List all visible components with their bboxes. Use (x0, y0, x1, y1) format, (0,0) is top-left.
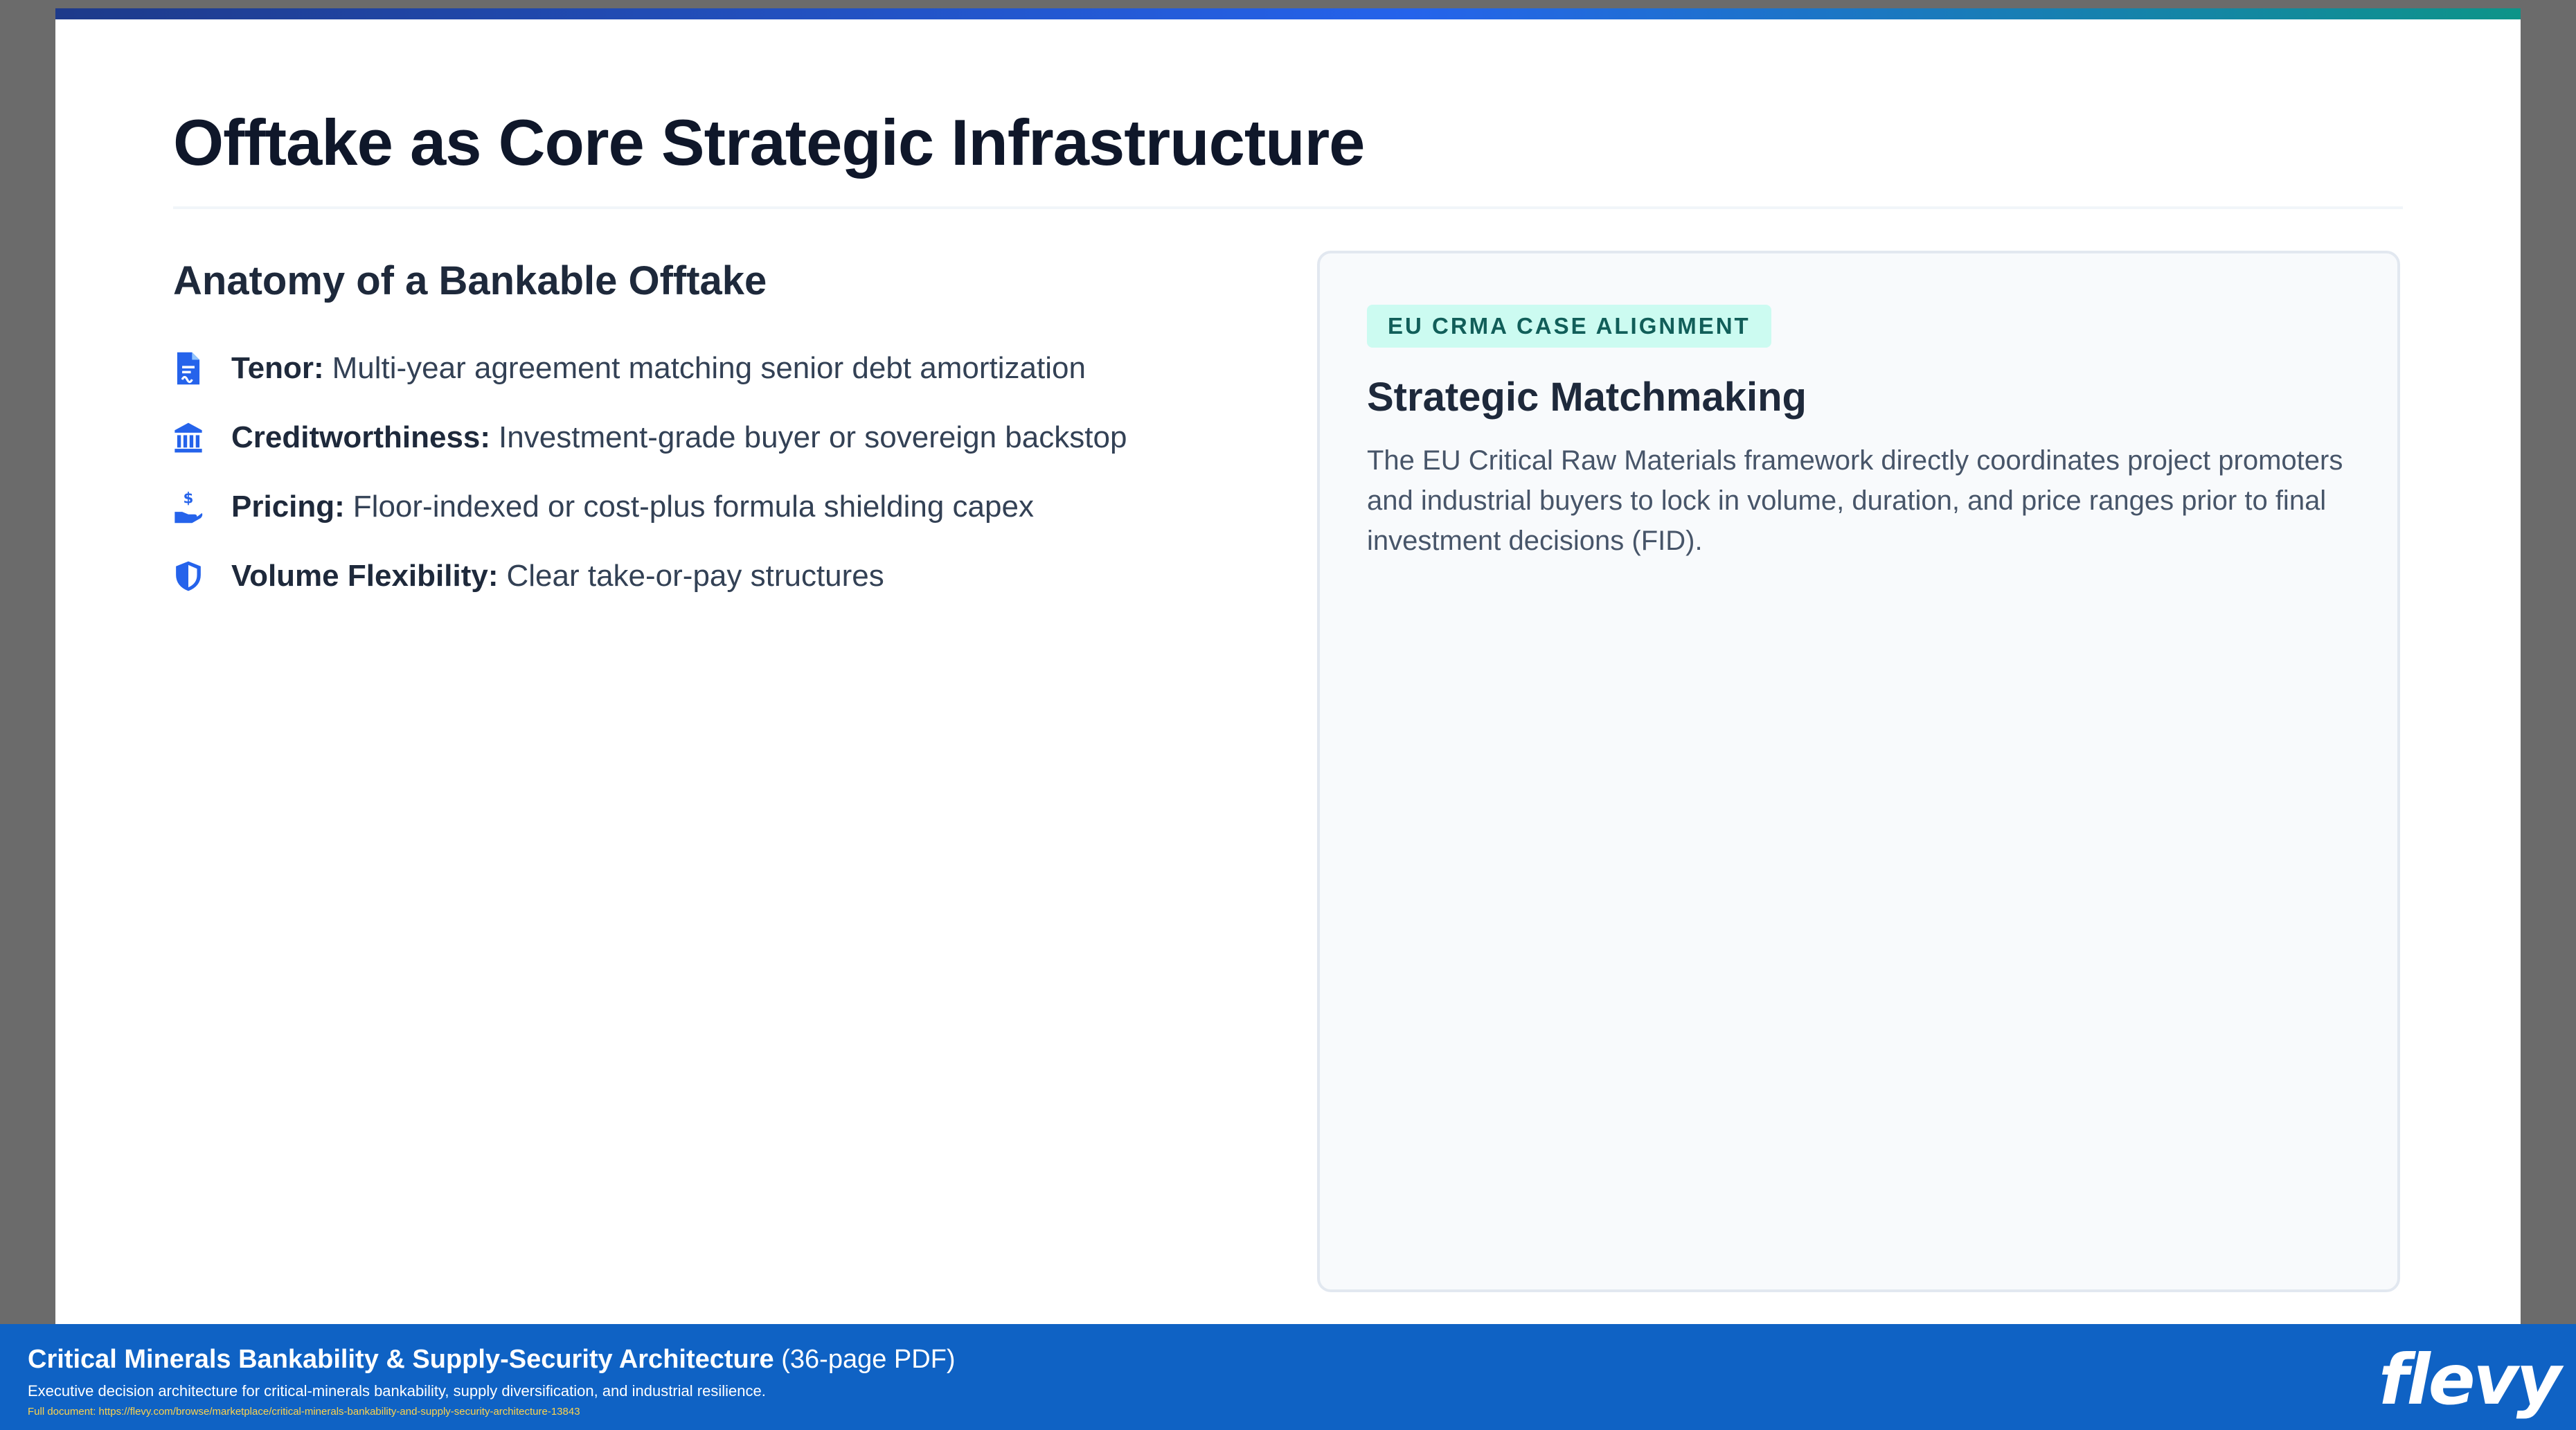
bank-icon (173, 420, 204, 455)
item-text: Clear take-or-pay structures (506, 559, 884, 593)
list-item-pricing: $ Pricing: Floor-indexed or cost-plus fo… (173, 472, 1127, 542)
slide: Offtake as Core Strategic Infrastructure… (55, 8, 2521, 1324)
list-item-creditworthiness: Creditworthiness: Investment-grade buyer… (173, 403, 1127, 472)
item-label: Tenor: (231, 351, 324, 385)
item-label: Volume Flexibility: (231, 559, 499, 593)
item-text: Investment-grade buyer or sovereign back… (499, 420, 1127, 454)
card-body: The EU Critical Raw Materials framework … (1367, 445, 2343, 556)
item-label: Creditworthiness: (231, 420, 491, 454)
section-heading: Anatomy of a Bankable Offtake (173, 258, 767, 303)
footer-title[interactable]: Critical Minerals Bankability & Supply-S… (28, 1345, 956, 1375)
offtake-list: Tenor: Multi-year agreement matching sen… (173, 334, 1127, 611)
hand-dollar-icon: $ (173, 490, 204, 524)
document-title: Critical Minerals Bankability & Supply-S… (28, 1345, 774, 1374)
flevy-logo[interactable]: flevy (2379, 1339, 2561, 1420)
top-accent-bar (55, 8, 2521, 19)
shield-icon (173, 559, 204, 593)
case-badge: EU CRMA CASE ALIGNMENT (1367, 305, 1771, 348)
footer-banner: Critical Minerals Bankability & Supply-S… (0, 1324, 2576, 1430)
item-text: Multi-year agreement matching senior deb… (332, 351, 1086, 385)
page-count: (36-page PDF) (781, 1345, 956, 1374)
svg-text:$: $ (184, 490, 194, 508)
item-label: Pricing: (231, 490, 345, 524)
slide-title: Offtake as Core Strategic Infrastructure (173, 106, 1365, 179)
contract-icon (173, 351, 204, 386)
item-text: Floor-indexed or cost-plus formula shiel… (352, 490, 1034, 524)
list-item-volume-flexibility: Volume Flexibility: Clear take-or-pay st… (173, 542, 1127, 611)
card-title: Strategic Matchmaking (1367, 375, 1807, 420)
document-link[interactable]: Full document: https://flevy.com/browse/… (28, 1406, 580, 1418)
footer-subtitle: Executive decision architecture for crit… (28, 1382, 766, 1400)
case-card: EU CRMA CASE ALIGNMENT Strategic Matchma… (1317, 251, 2400, 1292)
title-divider (173, 206, 2403, 209)
list-item-tenor: Tenor: Multi-year agreement matching sen… (173, 334, 1127, 403)
